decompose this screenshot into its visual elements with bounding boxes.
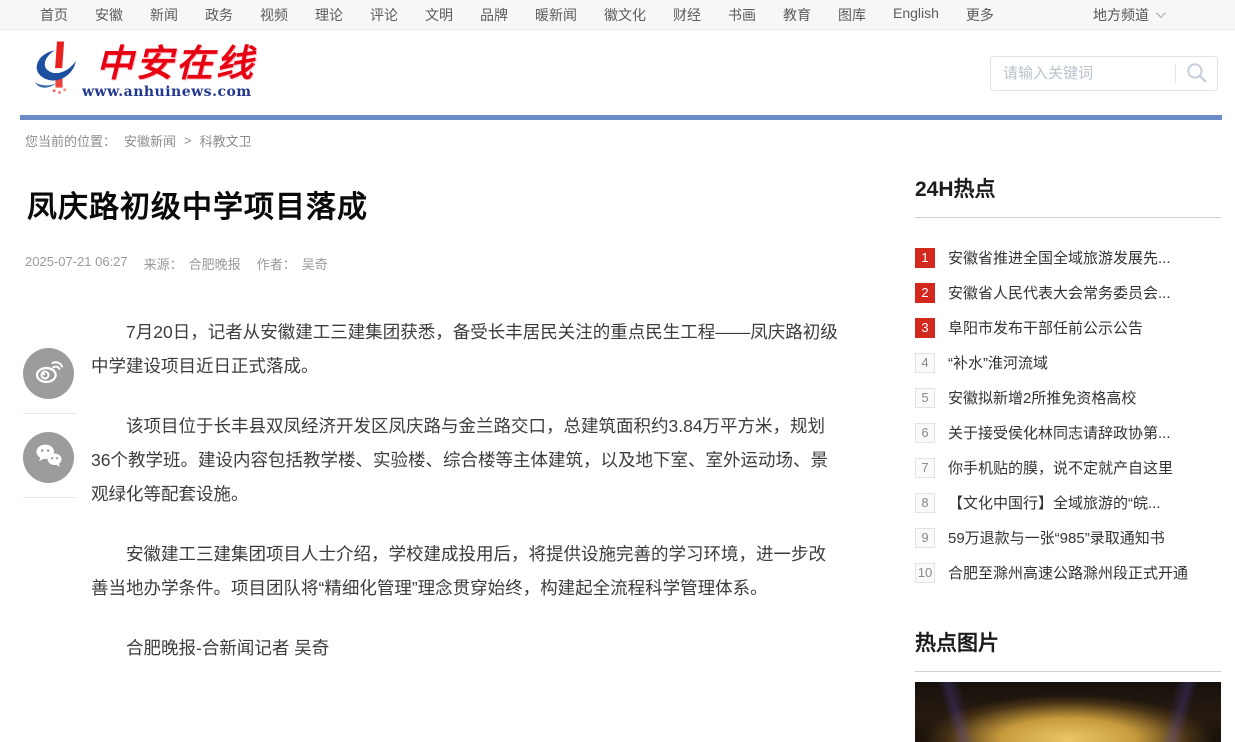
rank-badge: 2 <box>915 283 935 303</box>
hot-list-item[interactable]: 9 59万退款与一张“985”录取通知书 <box>915 520 1221 555</box>
breadcrumb-link-keji-wenwei[interactable]: 科教文卫 <box>200 131 252 150</box>
hot-item-title: “补水”淮河流域 <box>948 352 1048 373</box>
nav-item-finance[interactable]: 财经 <box>673 5 701 25</box>
breadcrumb-link-anhui-news[interactable]: 安徽新闻 <box>124 131 176 150</box>
wechat-share-button[interactable] <box>23 432 74 483</box>
rank-badge: 3 <box>915 318 935 338</box>
region-channel-label: 地方频道 <box>1093 5 1149 25</box>
breadcrumb-separator: > <box>184 133 192 148</box>
rank-badge: 4 <box>915 353 935 373</box>
article-paragraph: 安徽建工三建集团项目人士介绍，学校建成投用后，将提供设施完善的学习环境，进一步改… <box>91 537 843 605</box>
weibo-icon <box>33 355 65 392</box>
hot-list-item[interactable]: 3 阜阳市发布干部任前公示公告 <box>915 310 1221 345</box>
article-paragraph: 7月20日，记者从安徽建工三建集团获悉，备受长丰居民关注的重点民生工程——凤庆路… <box>91 315 843 383</box>
section-rule <box>915 671 1221 672</box>
nav-item-brand[interactable]: 品牌 <box>480 5 508 25</box>
article-body: 7月20日，记者从安徽建工三建集团获悉，备受长丰居民关注的重点民生工程——凤庆路… <box>91 315 843 665</box>
rank-badge: 6 <box>915 423 935 443</box>
share-divider <box>23 413 77 414</box>
header-accent-bar <box>20 115 1222 120</box>
hot-item-title: 【文化中国行】全域旅游的“皖... <box>948 492 1161 513</box>
article-paragraph: 该项目位于长丰县双凤经济开发区凤庆路与金兰路交口，总建筑面积约3.84万平方米，… <box>91 409 843 511</box>
hot-list-item[interactable]: 10 合肥至滁州高速公路滁州段正式开通 <box>915 555 1221 590</box>
nav-item-gallery[interactable]: 图库 <box>838 5 866 25</box>
sidebar: 24H热点 1 安徽省推进全国全域旅游发展先... 2 安徽省人民代表大会常务委… <box>915 160 1221 742</box>
rank-badge: 9 <box>915 528 935 548</box>
search-icon <box>1184 60 1209 88</box>
search-input[interactable] <box>1003 65 1167 82</box>
nav-item-education[interactable]: 教育 <box>783 5 811 25</box>
nav-item-gov[interactable]: 政务 <box>205 5 233 25</box>
article-byline: 合肥晚报-合新闻记者 吴奇 <box>91 631 843 665</box>
article-title: 凤庆路初级中学项目落成 <box>27 182 875 226</box>
article-source-label: 来源： <box>144 254 183 273</box>
region-channel-dropdown[interactable]: 地方频道 <box>1093 5 1163 25</box>
rank-badge: 7 <box>915 458 935 478</box>
nav-item-home[interactable]: 首页 <box>40 5 68 25</box>
nav-item-theory[interactable]: 理论 <box>315 5 343 25</box>
hot-list-item[interactable]: 2 安徽省人民代表大会常务委员会... <box>915 275 1221 310</box>
site-header: 中安在线 www.anhuinews.com <box>0 30 1235 115</box>
nav-item-comment[interactable]: 评论 <box>370 5 398 25</box>
hot-list-item[interactable]: 1 安徽省推进全国全域旅游发展先... <box>915 240 1221 275</box>
hot-item-title: 安徽拟新增2所推免资格高校 <box>948 387 1136 408</box>
share-divider <box>23 497 77 498</box>
top-nav-items: 首页 安徽 新闻 政务 视频 理论 评论 文明 品牌 暖新闻 徽文化 财经 书画… <box>40 5 994 25</box>
hot-item-title: 你手机贴的膜，说不定就产自这里 <box>948 457 1173 478</box>
article-meta: 2025-07-21 06:27 来源： 合肥晚报 作者： 吴奇 <box>25 254 875 273</box>
hot-list-item[interactable]: 4 “补水”淮河流域 <box>915 345 1221 380</box>
nav-item-painting[interactable]: 书画 <box>728 5 756 25</box>
site-logo-icon <box>28 38 90 105</box>
search-button[interactable] <box>1184 60 1209 88</box>
hot-list-item[interactable]: 5 安徽拟新增2所推免资格高校 <box>915 380 1221 415</box>
article-date: 2025-07-21 06:27 <box>25 254 128 273</box>
hot-list-item[interactable]: 8 【文化中国行】全域旅游的“皖... <box>915 485 1221 520</box>
news-article-page: { "topnav": { "items": ["首页","安徽","新闻","… <box>0 0 1235 702</box>
nav-item-video[interactable]: 视频 <box>260 5 288 25</box>
hot-list-item[interactable]: 7 你手机贴的膜，说不定就产自这里 <box>915 450 1221 485</box>
chevron-down-icon <box>1156 8 1166 18</box>
hot-item-title: 阜阳市发布干部任前公示公告 <box>948 317 1143 338</box>
breadcrumb-label: 您当前的位置： <box>25 131 116 150</box>
nav-item-anhui[interactable]: 安徽 <box>95 5 123 25</box>
nav-item-news[interactable]: 新闻 <box>150 5 178 25</box>
site-logo-text: 中安在线 www.anhuinews.com <box>96 44 256 100</box>
search-box <box>990 56 1218 91</box>
section-rule <box>915 217 1221 218</box>
hot-item-title: 合肥至滁州高速公路滁州段正式开通 <box>948 562 1188 583</box>
nav-item-warm-news[interactable]: 暖新闻 <box>535 5 577 25</box>
nav-item-english[interactable]: English <box>893 5 939 25</box>
hot-24h-list: 1 安徽省推进全国全域旅游发展先... 2 安徽省人民代表大会常务委员会... … <box>915 240 1221 590</box>
hot-item-title: 安徽省人民代表大会常务委员会... <box>948 282 1171 303</box>
rank-badge: 1 <box>915 248 935 268</box>
article-source: 合肥晚报 <box>189 254 241 273</box>
site-logo-url: www.anhuinews.com <box>82 84 256 100</box>
nav-item-more[interactable]: 更多 <box>966 5 994 25</box>
site-logo-title: 中安在线 <box>96 44 256 82</box>
article-author: 吴奇 <box>302 254 328 273</box>
top-nav-bar: 首页 安徽 新闻 政务 视频 理论 评论 文明 品牌 暖新闻 徽文化 财经 书画… <box>0 0 1235 30</box>
rank-badge: 10 <box>915 563 935 583</box>
article-main: 凤庆路初级中学项目落成 2025-07-21 06:27 来源： 合肥晚报 作者… <box>25 160 875 691</box>
hot-item-title: 59万退款与一张“985”录取通知书 <box>948 527 1165 548</box>
hot-pics-heading: 热点图片 <box>915 614 1221 657</box>
nav-item-hui-culture[interactable]: 徽文化 <box>604 5 646 25</box>
hot-list-item[interactable]: 6 关于接受侯化林同志请辞政协第... <box>915 415 1221 450</box>
wechat-icon <box>33 439 65 476</box>
share-toolbar <box>23 348 77 516</box>
article-author-label: 作者： <box>257 254 296 273</box>
site-logo[interactable]: 中安在线 www.anhuinews.com <box>28 38 256 105</box>
hot-item-title: 安徽省推进全国全域旅游发展先... <box>948 247 1171 268</box>
hot-picture-thumbnail[interactable] <box>915 682 1221 742</box>
hot-24h-heading: 24H热点 <box>915 160 1221 203</box>
hot-item-title: 关于接受侯化林同志请辞政协第... <box>948 422 1171 443</box>
nav-item-civilization[interactable]: 文明 <box>425 5 453 25</box>
breadcrumb: 您当前的位置： 安徽新闻 > 科教文卫 <box>25 131 252 150</box>
search-divider <box>1175 64 1176 84</box>
rank-badge: 8 <box>915 493 935 513</box>
weibo-share-button[interactable] <box>23 348 74 399</box>
rank-badge: 5 <box>915 388 935 408</box>
